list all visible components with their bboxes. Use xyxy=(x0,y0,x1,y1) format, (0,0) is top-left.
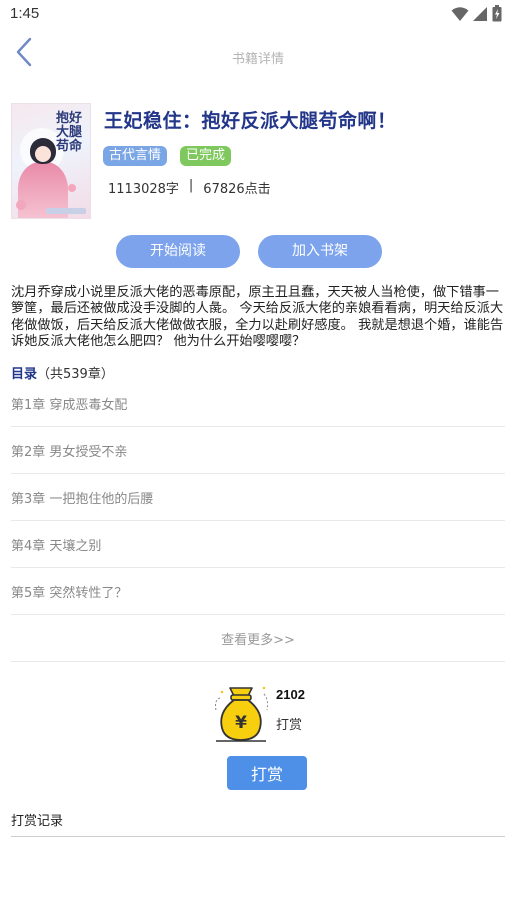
page-title: 书籍详情 xyxy=(231,52,284,67)
book-tags: 古代言情 已完成 xyxy=(103,146,232,166)
signal-icon xyxy=(473,6,487,21)
action-bar: 开始阅读 加入书架 xyxy=(0,235,516,269)
reward-label: 打赏 xyxy=(276,718,303,733)
add-to-shelf-button[interactable]: 加入书架 xyxy=(258,235,382,268)
reward-count: 2102 xyxy=(276,687,305,702)
book-cover[interactable]: 抱好大腿苟命 xyxy=(11,103,91,219)
status-tag: 已完成 xyxy=(180,146,232,166)
chapter-item[interactable]: 第5章 突然转性了？ xyxy=(11,568,505,615)
cover-flower xyxy=(16,200,26,210)
nav-bar: 书籍详情 xyxy=(0,28,516,84)
battery-icon xyxy=(492,5,502,22)
chapter-item[interactable]: 第3章 一把抱住他的后腰 xyxy=(11,474,505,521)
money-bag-symbol: ¥ xyxy=(235,713,247,733)
status-time: 1:45 xyxy=(10,5,40,22)
status-bar: 1:45 xyxy=(0,0,516,28)
chapter-list: 第1章 穿成恶毒女配 第2章 男女授受不亲 第3章 一把抱住他的后腰 第4章 天… xyxy=(11,380,505,662)
cover-title-art: 抱好大腿苟命 xyxy=(55,111,82,154)
reward-section: ¥ 2102 打赏 xyxy=(0,678,516,748)
start-reading-button[interactable]: 开始阅读 xyxy=(116,235,240,268)
status-icons xyxy=(451,5,502,22)
cover-figure-face xyxy=(35,146,51,162)
cover-author-strip xyxy=(46,208,86,214)
cover-flower xyxy=(68,184,76,192)
reward-button[interactable]: 打赏 xyxy=(227,756,307,790)
chapter-item[interactable]: 第4章 天壤之别 xyxy=(11,521,505,568)
genre-tag[interactable]: 古代言情 xyxy=(103,146,168,166)
reward-records-title: 打赏记录 xyxy=(11,810,505,837)
book-title: 王妃稳住：抱好反派大腿苟命啊！ xyxy=(104,110,397,132)
money-bag-icon: ¥ xyxy=(215,686,269,742)
chapter-item[interactable]: 第1章 穿成恶毒女配 xyxy=(11,380,505,427)
book-synopsis: 沈月乔穿成小说里反派大佬的恶毒原配，原主丑且蠢，天天被人当枪使，做下错事一箩筐，… xyxy=(11,285,504,350)
wifi-icon xyxy=(451,6,469,21)
word-count: 1113028字 xyxy=(108,182,179,197)
click-count: 67826点击 xyxy=(203,182,271,197)
book-header: 抱好大腿苟命 王妃稳住：抱好反派大腿苟命啊！ 古代言情 已完成 1113028字… xyxy=(0,100,516,220)
chapter-item[interactable]: 第2章 男女授受不亲 xyxy=(11,427,505,474)
stats-separator: | xyxy=(188,178,194,193)
view-more-link[interactable]: 查看更多>> xyxy=(11,615,505,662)
book-stats: 1113028字 | 67826点击 xyxy=(108,178,271,197)
